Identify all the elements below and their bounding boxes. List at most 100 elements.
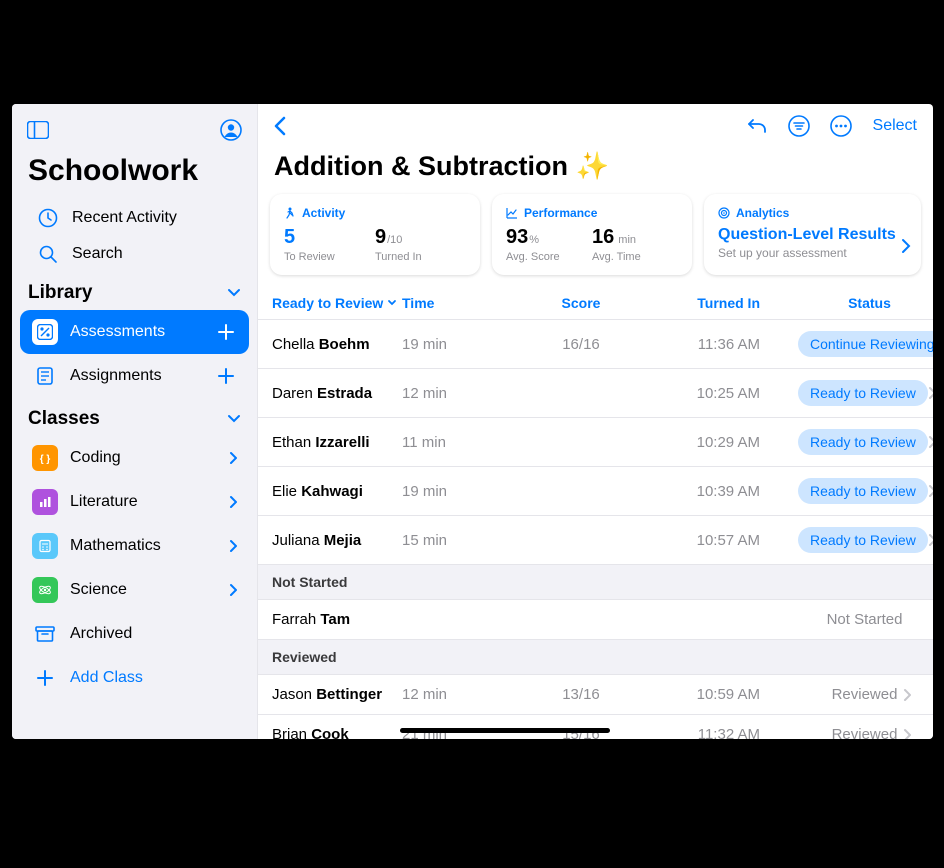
turned-in-cell: 10:39 AM [640, 483, 760, 500]
time-cell: 12 min [402, 686, 522, 703]
table-row[interactable]: Daren Estrada12 min10:25 AMReady to Revi… [258, 368, 933, 417]
sidebar-add-class[interactable]: Add Class [20, 656, 249, 700]
sidebar-item-label: Recent Activity [72, 209, 233, 227]
section-label: Classes [28, 408, 100, 430]
student-name: Ethan Izzarelli [272, 434, 402, 451]
sidebar-item-label: Add Class [70, 669, 237, 687]
add-assignment-button[interactable] [215, 365, 237, 387]
sidebar-classes-header[interactable]: Classes [12, 398, 257, 436]
filter-button[interactable] [785, 112, 813, 140]
home-indicator[interactable] [400, 728, 610, 733]
chevron-right-icon [928, 533, 933, 547]
sidebar-recent-activity[interactable]: Recent Activity [20, 200, 249, 236]
table-header-row: Ready to Review Time Score Turned In Sta… [258, 285, 933, 319]
performance-card[interactable]: Performance 93% Avg. Score 16 min Avg. T… [492, 194, 692, 275]
avg-time-label: Avg. Time [592, 251, 678, 263]
status-pill[interactable]: Ready to Review [798, 380, 928, 406]
sidebar: Schoolwork Recent Activity Search Librar… [12, 104, 258, 739]
analytics-card[interactable]: Analytics Question-Level Results Set up … [704, 194, 921, 275]
code-icon: { } [32, 445, 58, 471]
column-header-time[interactable]: Time [402, 295, 522, 311]
table-row[interactable]: Brian Cook21 min15/1611:32 AMReviewed [258, 714, 933, 739]
section-not-started: Not Started [258, 564, 933, 599]
target-icon [718, 207, 730, 219]
clock-icon [36, 208, 60, 228]
turned-in-cell: 11:32 AM [640, 726, 760, 739]
to-review-value: 5 [284, 226, 295, 248]
column-header-score[interactable]: Score [522, 295, 640, 311]
undo-button[interactable] [743, 112, 771, 140]
more-button[interactable] [827, 112, 855, 140]
main-content: Select Addition & Subtraction ✨ Activity… [258, 104, 933, 739]
sidebar-item-mathematics[interactable]: Mathematics [20, 524, 249, 568]
student-name: Jason Bettinger [272, 686, 402, 703]
to-review-label: To Review [284, 251, 375, 263]
sidebar-item-coding[interactable]: { } Coding [20, 436, 249, 480]
column-header-status[interactable]: Status [760, 295, 919, 311]
chevron-right-icon [229, 495, 237, 509]
status-text: Reviewed [790, 726, 903, 739]
status-text: Not Started [790, 611, 903, 628]
callout-line [482, 793, 483, 868]
table-row[interactable]: Juliana Mejia15 min10:57 AMReady to Revi… [258, 515, 933, 564]
column-header-turned[interactable]: Turned In [640, 295, 760, 311]
chevron-down-icon [227, 414, 241, 424]
status-text: Reviewed [790, 686, 903, 703]
page-title: Addition & Subtraction ✨ [258, 140, 933, 194]
back-button[interactable] [266, 112, 294, 140]
archive-icon [32, 621, 58, 647]
sidebar-library-header[interactable]: Library [12, 272, 257, 310]
sidebar-item-science[interactable]: Science [20, 568, 249, 612]
section-reviewed: Reviewed [258, 639, 933, 674]
add-assessment-button[interactable] [215, 321, 237, 343]
avg-score-suffix: % [529, 234, 539, 246]
bars-icon [32, 489, 58, 515]
sidebar-item-label: Assessments [70, 323, 203, 341]
status-pill[interactable]: Ready to Review [798, 527, 928, 553]
analytics-title: Question-Level Results [718, 226, 907, 244]
table-row[interactable]: Chella Boehm19 min16/1611:36 AMContinue … [258, 319, 933, 368]
sidebar-toggle-icon[interactable] [24, 116, 52, 144]
student-name: Farrah Tam [272, 611, 402, 628]
score-cell: 16/16 [522, 336, 640, 353]
sidebar-item-assignments[interactable]: Assignments [20, 354, 249, 398]
turned-in-cell: 11:36 AM [640, 336, 760, 353]
chart-line-icon [506, 207, 518, 219]
time-cell: 11 min [402, 434, 522, 451]
student-name: Chella Boehm [272, 336, 402, 353]
magnifying-glass-icon [36, 244, 60, 264]
student-name: Juliana Mejia [272, 532, 402, 549]
column-header-label: Ready to Review [272, 295, 383, 311]
sidebar-item-assessments[interactable]: Assessments [20, 310, 249, 354]
activity-card[interactable]: Activity 5 To Review 9/10 Turned In [270, 194, 480, 275]
percent-icon [32, 319, 58, 345]
score-cell: 13/16 [522, 686, 640, 703]
status-pill[interactable]: Continue Reviewing [798, 331, 933, 357]
sidebar-item-literature[interactable]: Literature [20, 480, 249, 524]
turned-in-cell: 10:59 AM [640, 686, 760, 703]
table-row[interactable]: Ethan Izzarelli11 min10:29 AMReady to Re… [258, 417, 933, 466]
table-row[interactable]: Jason Bettinger12 min13/1610:59 AM Review… [258, 674, 933, 714]
select-button[interactable]: Select [869, 117, 921, 135]
account-icon[interactable] [217, 116, 245, 144]
sidebar-item-label: Literature [70, 493, 217, 511]
table-row[interactable]: Elie Kahwagi19 min10:39 AMReady to Revie… [258, 466, 933, 515]
avg-score-label: Avg. Score [506, 251, 592, 263]
app-window: Schoolwork Recent Activity Search Librar… [12, 104, 933, 739]
avg-time-suffix: min [615, 234, 636, 246]
status-pill[interactable]: Ready to Review [798, 429, 928, 455]
status-pill[interactable]: Ready to Review [798, 478, 928, 504]
sidebar-item-label: Search [72, 245, 233, 263]
calculator-icon [32, 533, 58, 559]
card-label: Performance [524, 206, 597, 220]
plus-icon [32, 665, 58, 691]
sidebar-item-label: Coding [70, 449, 217, 467]
sidebar-search[interactable]: Search [20, 236, 249, 272]
sort-by-button[interactable]: Ready to Review [272, 295, 402, 311]
table-row[interactable]: Farrah Tam Not Started [258, 599, 933, 639]
student-name: Daren Estrada [272, 385, 402, 402]
sidebar-item-archived[interactable]: Archived [20, 612, 249, 656]
app-title: Schoolwork [12, 152, 257, 200]
atom-icon [32, 577, 58, 603]
turned-in-suffix: /10 [387, 234, 402, 246]
